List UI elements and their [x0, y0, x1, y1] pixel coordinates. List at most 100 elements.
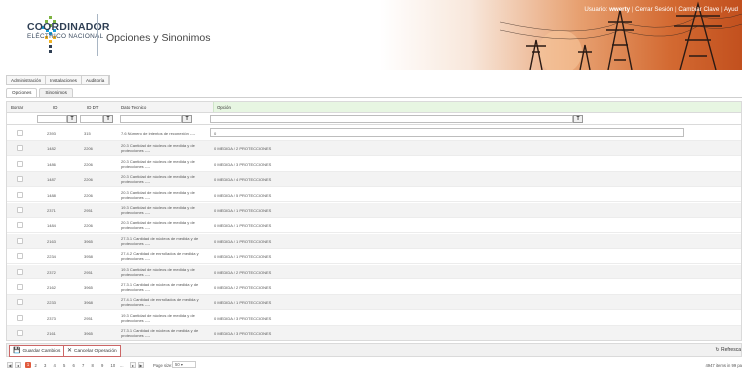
cell-opcion: 0 MEDIDA / 2 PROTECCIONES — [214, 285, 272, 290]
cell-opcion: 0 MEDIDA / 1 PROTECCIONES — [214, 300, 272, 306]
cell-dato-tecnico: 27.4.1 Cantidad de enrrollados de medida… — [121, 297, 199, 308]
page-size-value: 50 — [175, 362, 180, 367]
prev-page-icon[interactable]: ◂ — [15, 362, 21, 368]
tab-sinonimos[interactable]: Sinonimos — [39, 88, 73, 97]
tab-opciones[interactable]: Opciones — [6, 88, 38, 97]
cell-id-dt: 315 — [84, 131, 91, 136]
page-number[interactable]: ... — [120, 363, 124, 368]
pager-total: 4947 items in 99 pa — [705, 363, 742, 368]
delete-checkbox[interactable] — [17, 330, 23, 337]
filter-id-input[interactable] — [37, 115, 67, 123]
table-row[interactable]: 1488 2206 20.3 Cantidad de núcleos de medi… — [7, 188, 741, 203]
page-number[interactable]: 8 — [92, 363, 94, 368]
cell-dato-tecnico: 20.3 Cantidad de núcleos de medida y de … — [121, 158, 195, 169]
table-row[interactable]: 2162 3965 27.3.1 Cantidad de núcleos de me… — [7, 280, 741, 295]
options-grid: Borrar ID ID DT Dato Tecnico Opción T T … — [6, 101, 742, 341]
page-number[interactable]: 6 — [73, 363, 75, 368]
header-dato-tecnico[interactable]: Dato Tecnico — [121, 105, 146, 110]
menu-item-administracion[interactable]: Administración — [7, 76, 47, 84]
page-size-select[interactable]: 50 ▾ — [172, 361, 196, 368]
page-number[interactable]: 4 — [54, 363, 56, 368]
cell-id-dt: 3965 — [84, 238, 93, 244]
last-page-icon[interactable]: ▶ — [138, 362, 144, 368]
table-row[interactable]: 2233 3968 27.4.1 Cantidad de enrrollados d… — [7, 295, 741, 311]
table-row[interactable]: 2371 2951 19.3 Cantidad de núcleos de medi… — [7, 203, 741, 218]
cell-id: 2233 — [47, 300, 56, 306]
delete-checkbox[interactable] — [17, 314, 23, 321]
header-borrar[interactable]: Borrar — [11, 105, 23, 110]
grid-header: Borrar ID ID DT Dato Tecnico Opción — [7, 102, 741, 113]
table-row[interactable]: 2161 3965 27.3.1 Cantidad de núcleos de me… — [7, 326, 741, 340]
page-number[interactable]: 7 — [82, 363, 84, 368]
table-row[interactable]: 1487 2206 20.3 Cantidad de núcleos de medi… — [7, 172, 741, 187]
delete-checkbox[interactable] — [17, 145, 23, 152]
cell-opcion: 0 MEDIDA / 3 PROTECCIONES — [214, 315, 272, 321]
page-number[interactable]: 10 — [111, 363, 116, 368]
next-page-icon[interactable]: ▸ — [130, 362, 136, 368]
delete-checkbox[interactable] — [17, 176, 23, 183]
header-opcion[interactable]: Opción — [217, 105, 231, 110]
menu-item-instalaciones[interactable]: Instalaciones — [46, 76, 82, 84]
table-row[interactable]: 1486 2206 20.3 Cantidad de núcleos de medi… — [7, 157, 741, 172]
cell-opcion: 0 MEDIDA / 1 PROTECCIONES — [214, 254, 272, 260]
cell-id: 1482 — [47, 146, 56, 152]
delete-checkbox[interactable] — [17, 268, 23, 275]
header-id-dt[interactable]: ID DT — [87, 105, 98, 110]
table-row[interactable]: 2372 2951 19.3 Cantidad de núcleos de medi… — [7, 264, 741, 280]
table-row[interactable]: 2393 315 7.6 Número de intentos de reconex… — [7, 126, 741, 141]
table-row[interactable]: 2373 2951 19.3 Cantidad de núcleos de medi… — [7, 311, 741, 326]
page-number[interactable]: 3 — [44, 363, 46, 368]
table-row[interactable]: 2163 3965 27.3.1 Cantidad de núcleos de me… — [7, 233, 741, 249]
delete-checkbox[interactable] — [17, 207, 23, 213]
cell-id-dt: 2206 — [84, 177, 93, 183]
page-number[interactable]: 1 — [25, 362, 31, 368]
refresh-button[interactable]: ↻ Refresca — [715, 347, 741, 353]
cell-id-dt: 2206 — [84, 146, 93, 152]
table-row[interactable]: 1484 2206 20.3 Cantidad de núcleos de medi… — [7, 218, 741, 234]
filter-icon[interactable]: T — [182, 115, 192, 123]
first-page-icon[interactable]: ◀ — [7, 362, 13, 368]
delete-checkbox[interactable] — [17, 130, 23, 136]
delete-checkbox[interactable] — [17, 253, 23, 260]
menu-item-auditoria[interactable]: Auditoría — [82, 76, 110, 84]
cell-id: 1486 — [47, 161, 56, 167]
cell-id: 2373 — [47, 315, 56, 321]
cell-id-dt: 2206 — [84, 223, 93, 229]
filter-icon[interactable]: T — [103, 115, 113, 123]
cell-opcion: 0 MEDIDA / 1 PROTECCIONES — [214, 238, 272, 244]
cell-opcion: 0 MEDIDA / 5 PROTECCIONES — [214, 192, 272, 198]
cell-id-dt: 2206 — [84, 161, 93, 167]
delete-checkbox[interactable] — [17, 160, 23, 167]
filter-iddt-input[interactable] — [80, 115, 103, 123]
save-button[interactable]: 💾 Guardar Cambios — [9, 345, 65, 357]
page-number[interactable]: 2 — [35, 363, 37, 368]
cell-id: 2161 — [47, 331, 56, 337]
filter-icon[interactable]: T — [573, 115, 583, 123]
cell-opcion: 0 MEDIDA / 2 PROTECCIONES — [214, 269, 272, 275]
filter-dato-input[interactable] — [120, 115, 182, 123]
page-title: Opciones y Sinonimos — [106, 32, 211, 44]
cell-id-dt: 3965 — [84, 331, 93, 337]
filter-icon[interactable]: T — [67, 115, 77, 123]
delete-checkbox[interactable] — [17, 222, 23, 229]
cell-dato-tecnico: 20.3 Cantidad de núcleos de medida y de … — [121, 174, 195, 185]
cell-dato-tecnico: 27.3.1 Cantidad de núcleos de medida y d… — [121, 235, 199, 246]
page-number[interactable]: 5 — [63, 363, 65, 368]
page-number[interactable]: 9 — [101, 363, 103, 368]
cancel-button[interactable]: ✕ Cancelar Operación — [63, 345, 121, 357]
page-size-label: Page size: — [153, 363, 173, 368]
change-password-link[interactable]: Cambiar Clave — [678, 6, 719, 13]
delete-checkbox[interactable] — [17, 191, 23, 198]
delete-checkbox[interactable] — [17, 299, 23, 306]
delete-checkbox[interactable] — [17, 284, 23, 290]
cell-opcion[interactable]: 0 — [214, 131, 216, 136]
opcion-edit-input[interactable] — [210, 128, 684, 137]
table-row[interactable]: 2234 3958 27.4.2 Cantidad de enrrollados d… — [7, 249, 741, 264]
table-row[interactable]: 1482 2206 20.3 Cantidad de núcleos de medi… — [7, 141, 741, 157]
help-link[interactable]: Ayud — [724, 6, 738, 13]
filter-opcion-input[interactable] — [210, 115, 573, 123]
header-id[interactable]: ID — [53, 105, 57, 110]
cell-dato-tecnico: 27.4.2 Cantidad de enrrollados de medida… — [121, 251, 199, 262]
logout-link[interactable]: Cerrar Sesión — [635, 6, 673, 13]
delete-checkbox[interactable] — [17, 237, 23, 244]
